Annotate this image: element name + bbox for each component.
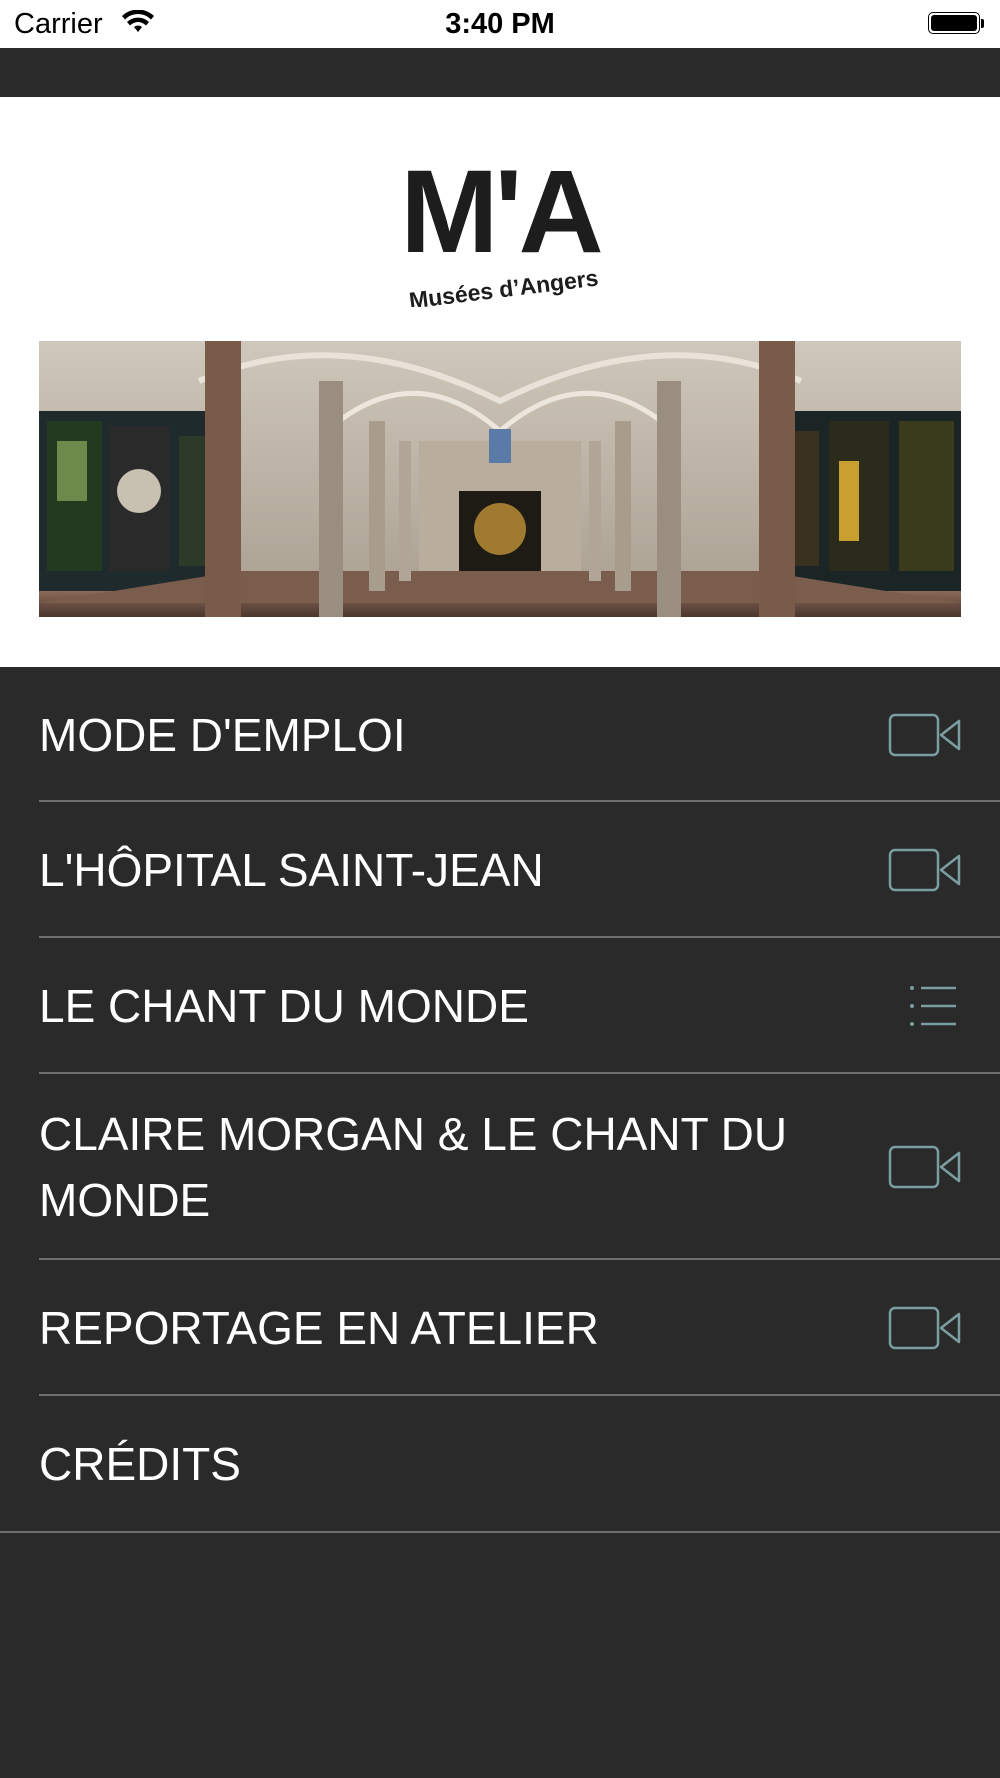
menu-item-mode-emploi[interactable]: MODE D'EMPLOI — [0, 667, 1000, 802]
museum-hall-image — [39, 341, 961, 617]
video-icon — [888, 713, 961, 756]
svg-text:M'A: M'A — [400, 146, 601, 278]
musees-angers-logo: M'A Musées d’Angers — [400, 146, 605, 307]
battery-icon — [928, 12, 984, 36]
list-icon — [910, 986, 956, 1026]
main-menu: MODE D'EMPLOI L'HÔPITAL SAINT-JEAN LE CH… — [0, 667, 1000, 1533]
menu-item-chant-du-monde[interactable]: LE CHANT DU MONDE — [0, 938, 1000, 1074]
menu-item-label: L'HÔPITAL SAINT-JEAN — [39, 844, 544, 896]
menu-item-label: CLAIRE MORGAN & LE CHANT DU MONDE — [39, 1108, 788, 1226]
video-icon — [888, 1145, 961, 1189]
menu-item-label: MODE D'EMPLOI — [39, 708, 406, 761]
menu-item-claire-morgan[interactable]: CLAIRE MORGAN & LE CHANT DU MONDE — [0, 1074, 1000, 1260]
menu-item-label: CRÉDITS — [39, 1437, 241, 1490]
menu-item-label: LE CHANT DU MONDE — [39, 980, 529, 1032]
menu-item-credits[interactable]: CRÉDITS — [0, 1396, 1000, 1533]
header-card: M'A Musées d’Angers — [0, 97, 1000, 667]
menu-item-label: REPORTAGE EN ATELIER — [39, 1302, 599, 1354]
clock: 3:40 PM — [445, 8, 555, 40]
menu-item-reportage-atelier[interactable]: REPORTAGE EN ATELIER — [0, 1260, 1000, 1396]
status-bar: Carrier 3:40 PM — [0, 0, 1000, 48]
video-icon — [888, 1306, 961, 1350]
navigation-bar — [0, 48, 1000, 97]
video-icon — [888, 848, 961, 892]
menu-item-hopital-saint-jean[interactable]: L'HÔPITAL SAINT-JEAN — [0, 802, 1000, 938]
